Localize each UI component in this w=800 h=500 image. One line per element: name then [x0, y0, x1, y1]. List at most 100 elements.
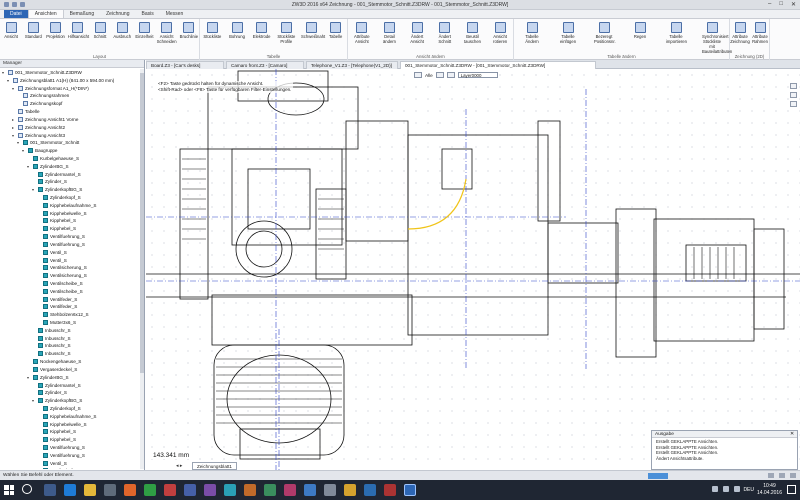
app-icon[interactable]: [324, 484, 336, 496]
ribbon-tab-basis[interactable]: Basis: [135, 10, 159, 18]
tree-item[interactable]: Ventil_S: [0, 249, 140, 257]
store-icon[interactable]: [104, 484, 116, 496]
expand-toggle[interactable]: ▾: [12, 85, 17, 93]
app-icon[interactable]: [204, 484, 216, 496]
tree-item[interactable]: Kipphebel_S: [0, 217, 140, 225]
tree-item[interactable]: ▾ Zeichnungsblatt1 A1(H) (841.00 x 594.00…: [0, 77, 140, 85]
tree-item[interactable]: Zeichnungsrahmen: [0, 92, 140, 100]
tree-item[interactable]: Kipphebel_S: [0, 225, 140, 233]
tree-item[interactable]: Ventilsicherung_S: [0, 264, 140, 272]
pan-icon[interactable]: [790, 92, 797, 98]
ribbon-tab-zeichnung[interactable]: Zeichnung: [100, 10, 135, 18]
tree-item[interactable]: Kipphebelaufnahme_S: [0, 413, 140, 421]
tree-item[interactable]: Tabelle: [0, 108, 140, 116]
battery-icon[interactable]: [734, 486, 740, 492]
app-icon[interactable]: [384, 484, 396, 496]
tree-item[interactable]: Ventilfuehrung_S: [0, 452, 140, 460]
tree-item[interactable]: Inbusschr_S: [0, 350, 140, 358]
tree-item[interactable]: Ventil_S: [0, 460, 140, 468]
drawing-viewport[interactable]: <F2> Taste gedrückt halten für dynamisch…: [146, 69, 800, 470]
expand-toggle[interactable]: ▾: [2, 69, 7, 77]
fit-icon[interactable]: [790, 101, 797, 107]
selected-arc[interactable]: [407, 178, 467, 230]
expand-toggle[interactable]: ▾: [32, 397, 37, 405]
ribbon-button[interactable]: Tabelle importieren: [666, 22, 687, 44]
sheet-nav-arrows[interactable]: ◂ ▸: [176, 463, 182, 469]
tree-item[interactable]: Kipphebel_S: [0, 436, 140, 444]
tree-item[interactable]: Kipphebelwelle_S: [0, 210, 140, 218]
ribbon-button[interactable]: Attribute Ansicht: [352, 22, 372, 44]
task-view-icon[interactable]: [44, 484, 56, 496]
tree-item[interactable]: Ventilfeder_S: [0, 303, 140, 311]
app-icon[interactable]: [364, 484, 376, 496]
minimize-button[interactable]: –: [768, 1, 771, 8]
app-icon[interactable]: [344, 484, 356, 496]
expand-toggle[interactable]: ▾: [7, 77, 12, 85]
ribbon-button[interactable]: Elektrode: [252, 22, 272, 39]
ribbon-button[interactable]: Synchronisiert Stückliste mit Bauteilatt…: [702, 22, 732, 54]
ribbon-button[interactable]: Stückliste: [202, 22, 222, 39]
ribbon-button[interactable]: Tabelle: [326, 22, 346, 39]
tree-item[interactable]: Ventilscheibe_S: [0, 288, 140, 296]
tree-item[interactable]: Ventilscheibe_S: [0, 280, 140, 288]
tree-item[interactable]: ▾ ZylinderBG_S: [0, 163, 140, 171]
manager-scrollbar[interactable]: [140, 69, 144, 469]
app-icon[interactable]: [264, 484, 276, 496]
tree-item[interactable]: Zylinder_S: [0, 389, 140, 397]
ribbon-button[interactable]: Bohrung: [227, 22, 247, 39]
tree-item[interactable]: ▸ Zeichnung Ansicht2: [0, 124, 140, 132]
document-tab[interactable]: Telephone_V1.Z3 - [Telephone(V1_2D)]: [306, 61, 398, 69]
expand-toggle[interactable]: ▸: [12, 124, 17, 132]
ribbon-button[interactable]: Attribute Rahmen: [750, 22, 770, 44]
app-icon[interactable]: [244, 484, 256, 496]
tree-item[interactable]: ▸ Zeichnung Ansicht1 Vorne: [0, 116, 140, 124]
pick-filter-icon[interactable]: [414, 72, 422, 78]
tree-item[interactable]: Kipphebelwelle_S: [0, 421, 140, 429]
tree-item[interactable]: Kipphebel_S: [0, 428, 140, 436]
tree-item[interactable]: Inbusschr_S: [0, 342, 140, 350]
ribbon-button[interactable]: Tabelle einfügen: [558, 22, 578, 44]
ribbon-button[interactable]: Einzelheit: [134, 22, 154, 39]
app-icon[interactable]: [144, 484, 156, 496]
search-icon[interactable]: [22, 484, 32, 494]
ribbon-button[interactable]: Beustil tauschen: [463, 22, 483, 44]
tree-item[interactable]: Inbusschr_S: [0, 335, 140, 343]
ribbon-button[interactable]: Attribute Zeichnung: [730, 22, 750, 44]
tree-item[interactable]: Zylinderkopf_S: [0, 405, 140, 413]
tree-item[interactable]: Zylindermantel_S: [0, 382, 140, 390]
tree-item[interactable]: Ventilfuehrung_S: [0, 233, 140, 241]
app-icon[interactable]: [224, 484, 236, 496]
tree-item[interactable]: ▾ 001_Stemmotor_Schnitt.Z3DRW: [0, 69, 140, 77]
ribbon-button[interactable]: Regen: [630, 22, 650, 39]
edge-icon[interactable]: [64, 484, 76, 496]
volume-icon[interactable]: [723, 486, 729, 492]
tree-item[interactable]: ▾ 001_Stemmotor_Schnitt: [0, 139, 140, 147]
zoom-icon[interactable]: [790, 83, 797, 89]
tree-item[interactable]: ▾ Zeichnungsformat A1_H(*DIN*): [0, 85, 140, 93]
tree-item[interactable]: Ventilfuehrung_S: [0, 444, 140, 452]
maximize-button[interactable]: □: [779, 1, 783, 8]
expand-toggle[interactable]: ▾: [27, 163, 32, 171]
engine-section-drawing[interactable]: [146, 69, 800, 470]
snap-icon[interactable]: [435, 72, 444, 78]
app-icon[interactable]: [164, 484, 176, 496]
tree-item[interactable]: Ventil_S: [0, 257, 140, 265]
ribbon-button[interactable]: Ändert Ansicht: [407, 22, 427, 44]
expand-toggle[interactable]: ▾: [17, 139, 22, 147]
ribbon-button[interactable]: Ändert Schnitt: [435, 22, 455, 44]
tree-item[interactable]: Ventilfuehrung_S: [0, 241, 140, 249]
tree-item[interactable]: Mutter3x6_S: [0, 319, 140, 327]
ribbon-button[interactable]: Standard: [23, 22, 43, 39]
tree-item[interactable]: Stehbolzen6x12_S: [0, 311, 140, 319]
tree-item[interactable]: Zylindermantel_S: [0, 171, 140, 179]
tree-item[interactable]: Nockengehaeuse_S: [0, 358, 140, 366]
tree-item[interactable]: Ventilscheibe_S: [0, 467, 140, 469]
ribbon-tab-messen[interactable]: Messen: [160, 10, 190, 18]
zw3d-icon[interactable]: [404, 484, 416, 496]
notification-icon[interactable]: [787, 485, 796, 494]
expand-toggle[interactable]: ▸: [12, 116, 17, 124]
tree-item[interactable]: Zeichnungskopf: [0, 100, 140, 108]
ribbon-tab-ansichten[interactable]: Ansichten: [27, 10, 64, 18]
close-button[interactable]: ✕: [791, 1, 796, 8]
filter-label[interactable]: Alle: [425, 73, 433, 78]
